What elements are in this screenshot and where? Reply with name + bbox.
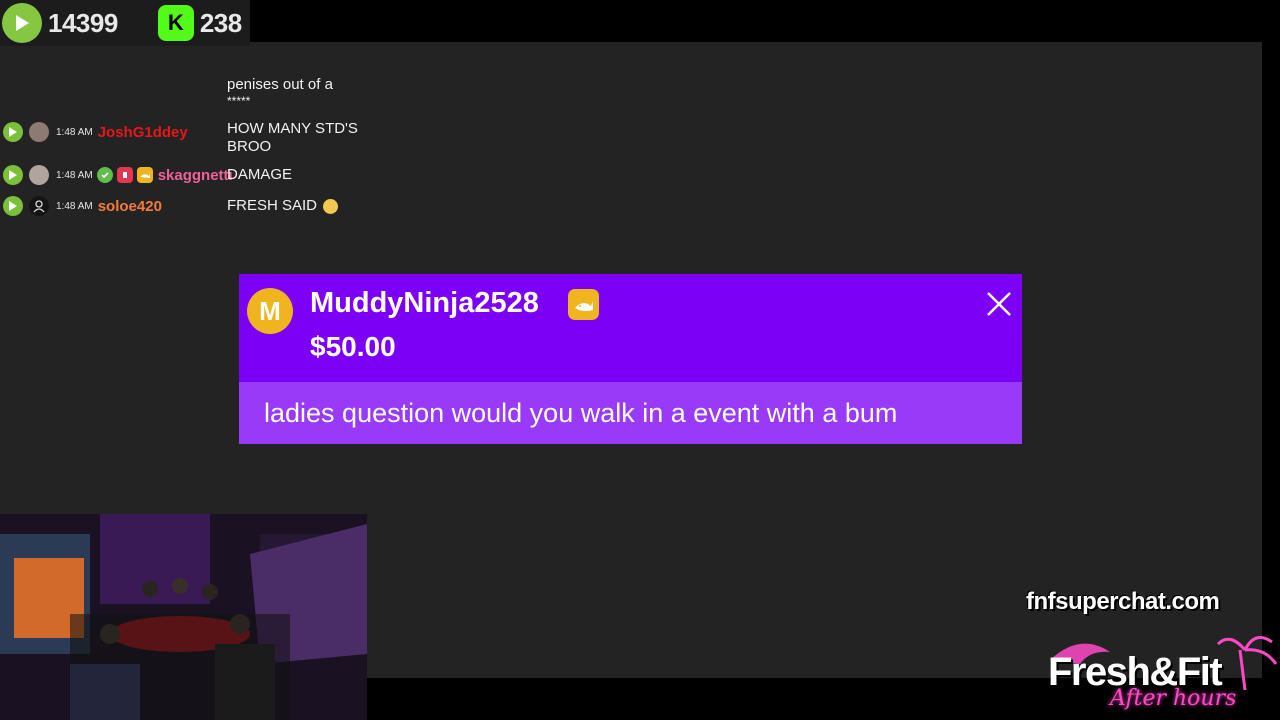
chat-message-line: BROO — [227, 138, 272, 155]
avatar: M — [247, 288, 293, 334]
camera-feed — [0, 514, 367, 720]
kick-icon-letter: K — [167, 10, 184, 35]
superchat-body: ladies question would you walk in a even… — [239, 382, 1022, 444]
chat-username[interactable]: JoshG1ddey — [98, 124, 188, 141]
chat-message-header: 1:48 AM skaggnetti — [0, 163, 233, 187]
rumble-badge-icon — [3, 165, 23, 185]
avatar[interactable] — [29, 196, 49, 216]
whale-badge-icon — [568, 289, 599, 320]
whale-badge-icon — [136, 167, 153, 183]
brand-subtitle: After hours — [1110, 686, 1237, 711]
chat-message-text: HOW MANY STD'S BROO — [227, 120, 377, 156]
chat-message-header: 1:48 AM soloe420 — [0, 194, 162, 218]
chat-timestamp: 1:48 AM — [56, 169, 93, 181]
close-icon[interactable] — [984, 289, 1014, 319]
rumble-badge-icon — [3, 122, 23, 142]
rumble-counter: 14399 — [0, 0, 118, 46]
partial-message-line: penises out of a — [227, 76, 333, 93]
rumble-viewer-count: 14399 — [48, 7, 118, 38]
chat-message-line: HOW MANY STD'S — [227, 120, 358, 137]
superchat-username: MuddyNinja2528 — [310, 287, 539, 319]
chat-message-text: FRESH SAID — [227, 197, 377, 215]
chat-username[interactable]: skaggnetti — [158, 167, 233, 184]
chat-message-text: DAMAGE — [227, 166, 377, 184]
viewer-counters: 14399 K 238 — [0, 0, 250, 46]
verified-badge-icon — [96, 167, 113, 183]
emoji-icon — [323, 198, 339, 214]
chat-timestamp: 1:48 AM — [56, 126, 93, 138]
avatar[interactable] — [29, 122, 49, 142]
chat-message-header: 1:48 AM JoshG1ddey — [0, 120, 188, 144]
studio-scene-image — [0, 514, 367, 720]
rumble-icon — [2, 3, 42, 43]
chat-username[interactable]: soloe420 — [98, 198, 162, 215]
superchat-message: ladies question would you walk in a even… — [264, 398, 898, 428]
superchat-header: M MuddyNinja2528 $50.00 — [239, 274, 1022, 382]
chat-message-line: DAMAGE — [227, 166, 293, 183]
superchat-amount: $50.00 — [310, 331, 396, 362]
show-logo: Fresh&Fit After hours — [1040, 630, 1280, 720]
superchat-site-url: fnfsuperchat.com — [1026, 588, 1220, 615]
superchat-card: M MuddyNinja2528 $50.00 ladies question … — [239, 274, 1022, 444]
chat-timestamp: 1:48 AM — [56, 200, 93, 212]
kick-icon: K — [157, 5, 194, 41]
kick-viewer-count: 238 — [199, 7, 242, 38]
rumble-badge-icon — [3, 196, 23, 216]
kick-counter: K 238 — [118, 0, 242, 46]
avatar[interactable] — [29, 165, 49, 185]
partial-message-line: ***** — [227, 94, 251, 108]
partial-chat-message: penises out of a ***** — [227, 76, 377, 108]
chat-message-line: FRESH SAID — [227, 197, 318, 214]
moderator-badge-icon — [116, 167, 133, 183]
